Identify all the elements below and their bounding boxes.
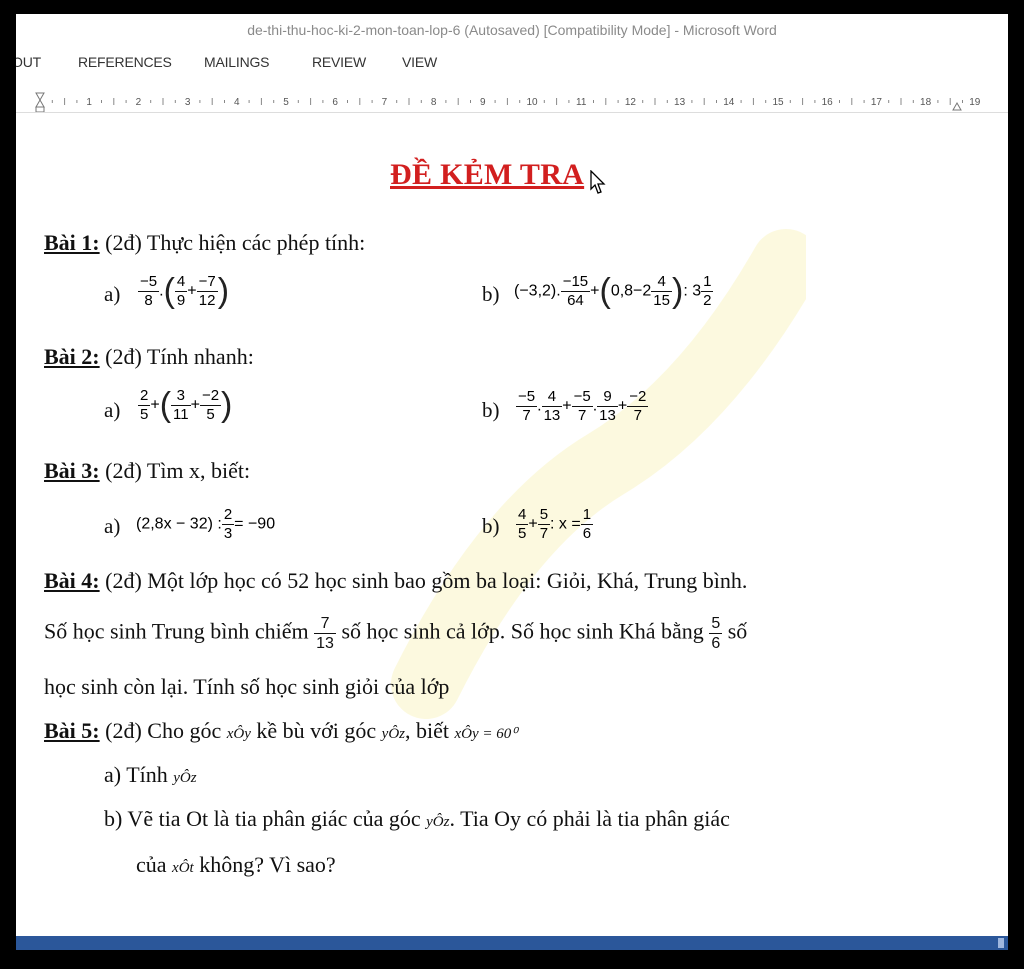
tab-mailings[interactable]: MAILINGS xyxy=(204,54,270,70)
document-title: ĐỀ KẺM TRA xyxy=(390,158,585,191)
ribbon-tabs: OUT REFERENCES MAILINGS REVIEW VIEW xyxy=(16,46,1008,80)
ruler-number: 4 xyxy=(234,97,240,108)
ruler-number: 2 xyxy=(136,97,142,108)
bai4-label: Bài 4: xyxy=(44,568,100,593)
tab-review[interactable]: REVIEW xyxy=(312,54,366,70)
bai2-label: Bài 2: xyxy=(44,344,100,369)
bai5-a: a) Tính yÔz xyxy=(104,762,197,787)
bai4-line3: học sinh còn lại. Tính số học sinh giỏi … xyxy=(44,674,450,699)
ruler-number: 1 xyxy=(86,97,92,108)
status-bar xyxy=(16,936,1008,950)
bai4-line1: (2đ) Một lớp học có 52 học sinh bao gồm … xyxy=(99,568,748,593)
ruler-number: 16 xyxy=(822,97,834,108)
word-window: de-thi-thu-hoc-ki-2-mon-toan-lop-6 (Auto… xyxy=(16,14,1008,950)
ruler-ticks: 1 2 3 4 5 6 7 8 9 10 11 12 13 14 15 16 17 18 19 xyxy=(35,92,981,112)
ruler-number: 6 xyxy=(332,97,338,108)
bai1-label: Bài 1: xyxy=(44,230,100,255)
bai3-b-expr: 4 5 +5 7: x = 1 6 xyxy=(516,506,594,542)
bai2-b-expr: −5 7. 4 13 + −5 7. 9 13 + −2 7 xyxy=(516,388,649,424)
ruler-number: 13 xyxy=(674,97,686,108)
ruler-number: 15 xyxy=(772,97,784,108)
bai3-heading: Bài 3: (2đ) Tìm x, biết: xyxy=(44,458,250,484)
bai2-heading: Bài 2: (2đ) Tính nhanh: xyxy=(44,344,254,370)
bai5-label: Bài 5: xyxy=(44,718,100,743)
ruler-number: 9 xyxy=(480,97,486,108)
bai5-b-line1: b) Vẽ tia Ot là tia phân giác của góc yÔ… xyxy=(104,806,730,831)
ruler-number: 10 xyxy=(526,97,538,108)
window-title: de-thi-thu-hoc-ki-2-mon-toan-lop-6 (Auto… xyxy=(16,14,1008,46)
tab-view[interactable]: VIEW xyxy=(402,54,437,70)
ruler-number: 18 xyxy=(920,97,932,108)
ruler-number: 12 xyxy=(625,97,637,108)
ruler-number: 7 xyxy=(382,97,388,108)
bai3-label: Bài 3: xyxy=(44,458,100,483)
bai1-b-expr: (−3,2). −15 64 +(0,8−2 4 15): 312 xyxy=(514,272,714,310)
right-indent-marker-icon[interactable] xyxy=(952,101,962,111)
bai1-text: (2đ) Thực hiện các phép tính: xyxy=(99,230,366,255)
bai1-b-label: b) xyxy=(482,282,500,306)
mouse-cursor-icon xyxy=(590,170,606,194)
ruler-number: 19 xyxy=(969,97,981,108)
tab-references[interactable]: REFERENCES xyxy=(78,54,172,70)
ruler-number: 17 xyxy=(871,97,883,108)
bai3-a-label: a) xyxy=(104,514,121,538)
bai3-b-label: b) xyxy=(482,514,500,538)
bai1-heading: Bài 1: (2đ) Thực hiện các phép tính: xyxy=(44,230,365,256)
ruler-number: 14 xyxy=(723,97,735,108)
bai2-b-label: b) xyxy=(482,398,500,422)
left-indent-marker-icon[interactable] xyxy=(35,92,45,112)
view-mode-icon[interactable] xyxy=(998,938,1004,948)
bai5-b-line2: của xÔt không? Vì sao? xyxy=(136,852,336,877)
bai5-heading: Bài 5: (2đ) Cho góc xÔy kề bù với góc yÔ… xyxy=(44,718,518,743)
bai3-a-expr: (2,8x − 32) :2 3 = −90 xyxy=(136,506,276,542)
bai4-heading: Bài 4: (2đ) Một lớp học có 52 học sinh b… xyxy=(44,568,747,594)
bai4-line2: Số học sinh Trung bình chiếm 7 13 số học … xyxy=(44,615,748,653)
bai1-a-label: a) xyxy=(104,282,121,306)
horizontal-ruler[interactable]: 1 2 3 4 5 6 7 8 9 10 11 12 13 14 15 16 17 18 19 xyxy=(16,90,1008,113)
document-page[interactable]: ĐỀ KẺM TRA Bài 1: (2đ) Thực hiện các phé… xyxy=(16,114,1008,934)
bai2-text: (2đ) Tính nhanh: xyxy=(99,344,254,369)
ruler-number: 11 xyxy=(576,97,587,108)
ruler-number: 8 xyxy=(431,97,437,108)
ruler-number: 5 xyxy=(283,97,289,108)
ruler-number: 3 xyxy=(185,97,191,108)
bai2-a-expr: 2 5 +(3 11 + −2 5) xyxy=(138,386,233,424)
tab-layout[interactable]: OUT xyxy=(16,54,41,70)
bai3-text: (2đ) Tìm x, biết: xyxy=(99,458,251,483)
bai2-a-label: a) xyxy=(104,398,121,422)
bai1-a-expr: −5 8 .(4 9 + −7 12) xyxy=(138,272,230,310)
